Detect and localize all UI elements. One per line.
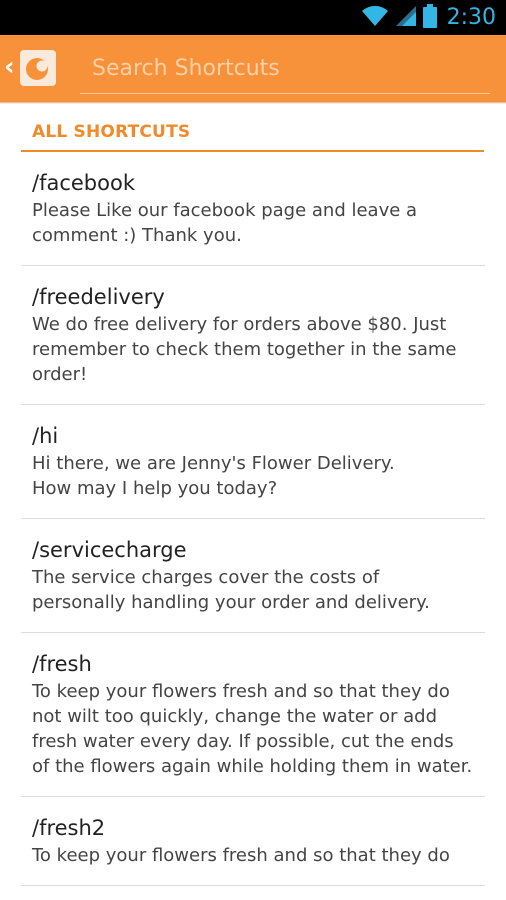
section-title: ALL SHORTCUTS: [32, 122, 191, 142]
shortcut-name: /facebook: [32, 171, 135, 195]
search-input[interactable]: [80, 44, 490, 94]
shortcut-item[interactable]: /hi Hi there, we are Jenny's Flower Deli…: [21, 405, 485, 519]
shortcut-item[interactable]: /fresh To keep your flowers fresh and so…: [21, 633, 485, 797]
status-bar: 2:30: [0, 0, 506, 35]
battery-icon: [422, 3, 437, 32]
action-bar-shadow: [0, 101, 506, 104]
shortcut-name: /hi: [32, 424, 59, 448]
shortcut-text: Please Like our facebook page and leave …: [32, 200, 418, 246]
shortcut-text: To keep your flowers fresh and so that t…: [32, 681, 473, 777]
shortcut-item[interactable]: /freedelivery We do free delivery for or…: [21, 266, 485, 405]
shortcut-text: To keep your flowers fresh and so that t…: [32, 845, 450, 866]
app-logo-icon[interactable]: [20, 50, 56, 86]
status-time: 2:30: [446, 5, 496, 30]
signal-icon: [395, 5, 417, 31]
shortcut-item[interactable]: /facebook Please Like our facebook page …: [21, 152, 485, 266]
shortcut-name: /servicecharge: [32, 538, 187, 562]
status-icons: 2:30: [361, 0, 496, 35]
shortcut-name: /freedelivery: [32, 285, 165, 309]
shortcut-item[interactable]: /servicecharge The service charges cover…: [21, 519, 485, 633]
shortcut-name: /fresh2: [32, 816, 106, 840]
shortcut-text: The service charges cover the costs of p…: [32, 567, 430, 613]
wifi-icon: [361, 5, 389, 31]
shortcut-text: Hi there, we are Jenny's Flower Delivery…: [32, 453, 395, 499]
shortcut-text: We do free delivery for orders above $80…: [32, 314, 457, 385]
shortcut-name: /fresh: [32, 652, 92, 676]
back-chevron-icon[interactable]: ‹: [4, 52, 15, 82]
shortcut-item[interactable]: /fresh2 To keep your flowers fresh and s…: [21, 797, 485, 886]
shortcut-list: /facebook Please Like our facebook page …: [21, 152, 485, 886]
